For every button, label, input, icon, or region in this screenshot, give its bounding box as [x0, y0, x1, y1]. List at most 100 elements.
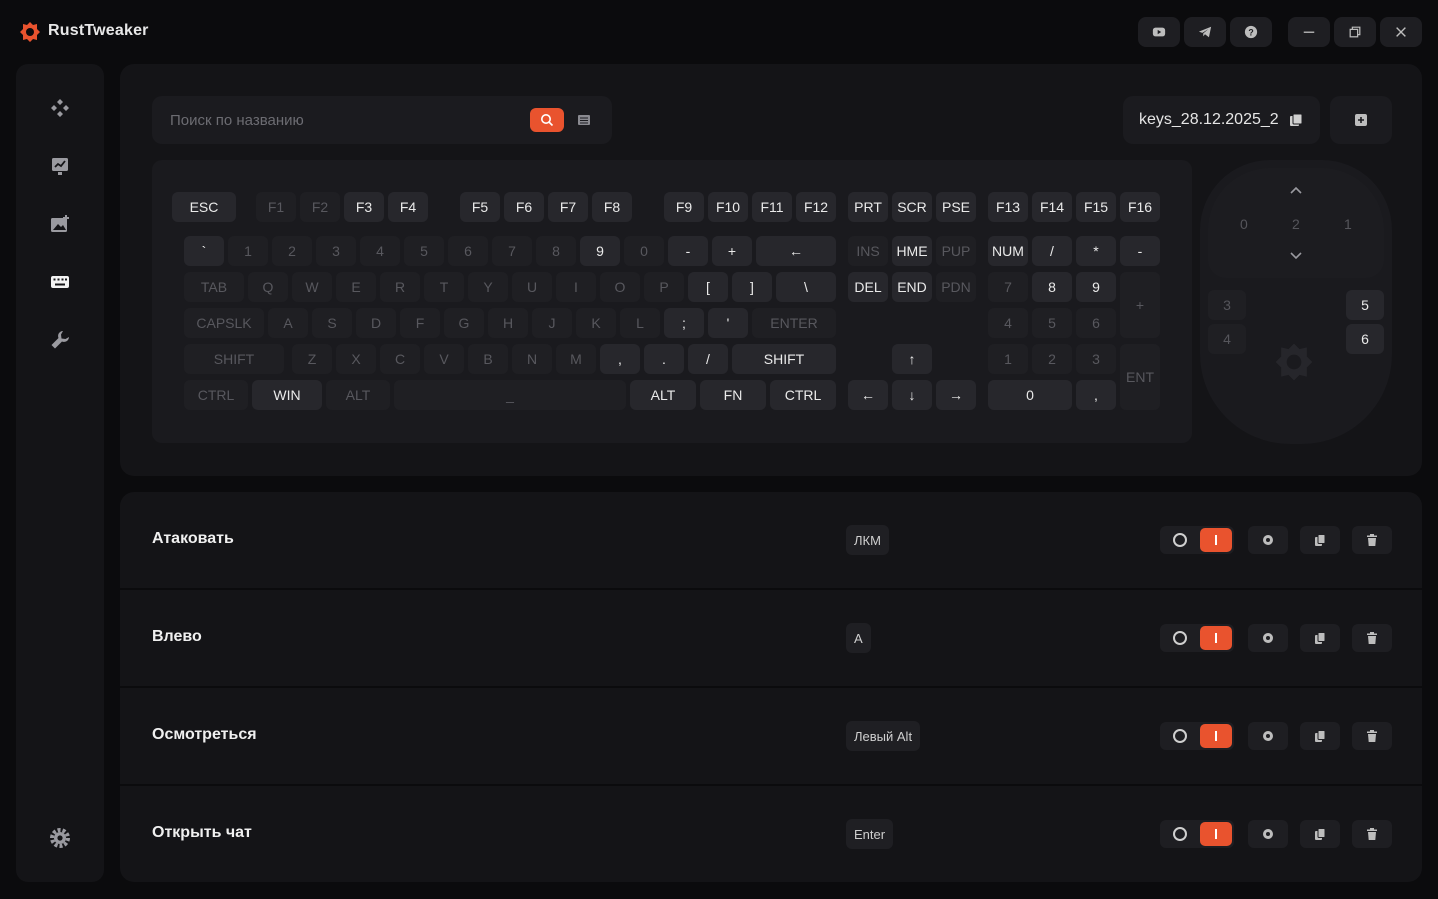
keyboard-key[interactable]: 5: [404, 236, 444, 266]
keyboard-key[interactable]: 1: [988, 344, 1028, 374]
keyboard-key[interactable]: INS: [848, 236, 888, 266]
list-view-button[interactable]: [570, 108, 598, 132]
binding-delete-button[interactable]: [1352, 820, 1392, 848]
keyboard-key[interactable]: D: [356, 308, 396, 338]
keyboard-key[interactable]: F16: [1120, 192, 1160, 222]
sidebar-item-settings[interactable]: [46, 824, 74, 852]
binding-toggle[interactable]: [1160, 820, 1234, 848]
keyboard-key[interactable]: N: [512, 344, 552, 374]
keyboard-key[interactable]: ←: [756, 236, 836, 266]
keyboard-key[interactable]: SHIFT: [184, 344, 284, 374]
keyboard-key[interactable]: -: [668, 236, 708, 266]
keyboard-key[interactable]: Z: [292, 344, 332, 374]
binding-delete-button[interactable]: [1352, 722, 1392, 750]
keyboard-key[interactable]: F7: [548, 192, 588, 222]
keyboard-key[interactable]: END: [892, 272, 932, 302]
keyboard-key[interactable]: V: [424, 344, 464, 374]
binding-settings-button[interactable]: [1248, 722, 1288, 750]
keyboard-key[interactable]: 6: [448, 236, 488, 266]
keyboard-key[interactable]: 2: [272, 236, 312, 266]
keyboard-key[interactable]: F: [400, 308, 440, 338]
keyboard-key[interactable]: P: [644, 272, 684, 302]
keyboard-key[interactable]: ;: [664, 308, 704, 338]
binding-copy-button[interactable]: [1300, 624, 1340, 652]
keyboard-key[interactable]: F1: [256, 192, 296, 222]
keyboard-key[interactable]: R: [380, 272, 420, 302]
binding-copy-button[interactable]: [1300, 526, 1340, 554]
keyboard-key[interactable]: [: [688, 272, 728, 302]
keyboard-key[interactable]: B: [468, 344, 508, 374]
keyboard-key[interactable]: J: [532, 308, 572, 338]
binding-settings-button[interactable]: [1248, 526, 1288, 554]
keyboard-key[interactable]: F2: [300, 192, 340, 222]
keyboard-key[interactable]: CAPSLK: [184, 308, 264, 338]
keyboard-key[interactable]: I: [556, 272, 596, 302]
keyboard-key[interactable]: W: [292, 272, 332, 302]
keyboard-key[interactable]: 7: [492, 236, 532, 266]
mouse-button[interactable]: 5: [1346, 290, 1384, 320]
keyboard-key[interactable]: `: [184, 236, 224, 266]
keyboard-key[interactable]: 3: [316, 236, 356, 266]
keyboard-key[interactable]: S: [312, 308, 352, 338]
keyboard-key[interactable]: WIN: [252, 380, 322, 410]
keyboard-key[interactable]: F3: [344, 192, 384, 222]
search-input[interactable]: [152, 96, 522, 144]
binding-delete-button[interactable]: [1352, 624, 1392, 652]
binding-copy-button[interactable]: [1300, 722, 1340, 750]
keyboard-key[interactable]: F12: [796, 192, 836, 222]
keyboard-key[interactable]: Y: [468, 272, 508, 302]
minimize-button[interactable]: [1288, 17, 1330, 47]
binding-toggle[interactable]: [1160, 526, 1234, 554]
keyboard-key[interactable]: F4: [388, 192, 428, 222]
keyboard-key[interactable]: CTRL: [184, 380, 248, 410]
keyboard-key[interactable]: 4: [988, 308, 1028, 338]
restore-button[interactable]: [1334, 17, 1376, 47]
binding-key[interactable]: Левый Alt: [846, 721, 921, 751]
sidebar-item-games[interactable]: [46, 94, 74, 122]
keyboard-key[interactable]: 8: [1032, 272, 1072, 302]
sidebar-item-images[interactable]: [46, 210, 74, 238]
mouse-button[interactable]: 3: [1208, 290, 1246, 320]
keyboard-key[interactable]: ESC: [172, 192, 236, 222]
binding-settings-button[interactable]: [1248, 820, 1288, 848]
keyboard-key[interactable]: +: [712, 236, 752, 266]
mouse-button[interactable]: 0: [1240, 216, 1248, 232]
keyboard-key[interactable]: SCR: [892, 192, 932, 222]
keyboard-key[interactable]: F14: [1032, 192, 1072, 222]
sidebar-item-tools[interactable]: [46, 326, 74, 354]
keyboard-key[interactable]: CTRL: [770, 380, 836, 410]
keyboard-key[interactable]: ALT: [630, 380, 696, 410]
keyboard-key[interactable]: TAB: [184, 272, 244, 302]
keyboard-key[interactable]: 9: [1076, 272, 1116, 302]
keyboard-key[interactable]: -: [1120, 236, 1160, 266]
keyboard-key[interactable]: T: [424, 272, 464, 302]
binding-delete-button[interactable]: [1352, 526, 1392, 554]
binding-key[interactable]: ЛКМ: [846, 525, 889, 555]
keyboard-key[interactable]: G: [444, 308, 484, 338]
keyboard-key[interactable]: Q: [248, 272, 288, 302]
mouse-button[interactable]: 1: [1344, 216, 1352, 232]
keyboard-key[interactable]: F6: [504, 192, 544, 222]
binding-toggle[interactable]: [1160, 624, 1234, 652]
keyboard-key[interactable]: ,: [600, 344, 640, 374]
keyboard-key[interactable]: 0: [624, 236, 664, 266]
keyboard-key[interactable]: 0: [988, 380, 1072, 410]
keyboard-key[interactable]: 6: [1076, 308, 1116, 338]
keyboard-key[interactable]: +: [1120, 272, 1160, 338]
keyboard-key[interactable]: 7: [988, 272, 1028, 302]
keyboard-key[interactable]: C: [380, 344, 420, 374]
add-profile-button[interactable]: [1330, 96, 1392, 144]
keyboard-key[interactable]: F5: [460, 192, 500, 222]
keyboard-key[interactable]: ALT: [326, 380, 390, 410]
keyboard-key[interactable]: ]: [732, 272, 772, 302]
binding-settings-button[interactable]: [1248, 624, 1288, 652]
keyboard-key[interactable]: 1: [228, 236, 268, 266]
keyboard-key[interactable]: _: [394, 380, 626, 410]
sidebar-item-keyboard[interactable]: [46, 268, 74, 296]
keyboard-key[interactable]: HME: [892, 236, 932, 266]
keyboard-key[interactable]: PUP: [936, 236, 976, 266]
scroll-down-icon[interactable]: [1288, 250, 1304, 262]
keyboard-key[interactable]: F15: [1076, 192, 1116, 222]
keyboard-key[interactable]: 2: [1032, 344, 1072, 374]
keyboard-key[interactable]: /: [688, 344, 728, 374]
